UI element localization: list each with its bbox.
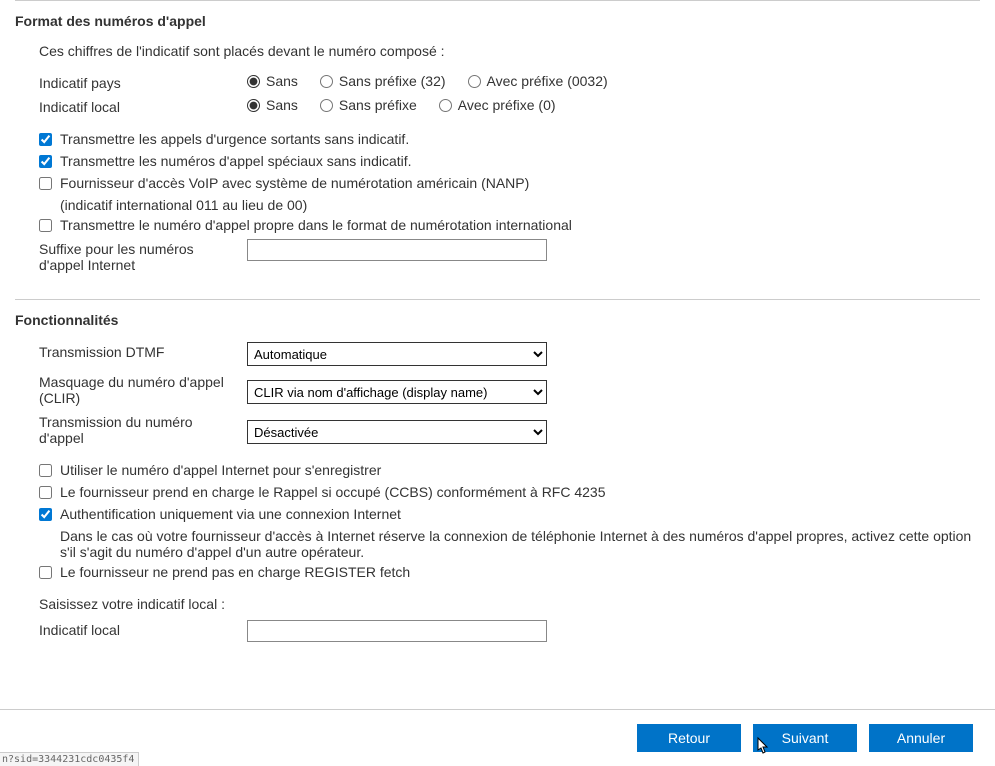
checkbox-use-internet-num[interactable] <box>39 464 52 477</box>
radio-country-sans-prefixe[interactable] <box>320 75 333 88</box>
status-url-fragment: n?sid=3344231cdc0435f4 <box>0 752 139 766</box>
checkbox-label: Fournisseur d'accès VoIP avec système de… <box>60 175 529 191</box>
radio-label: Avec préfixe (0032) <box>487 73 608 89</box>
select-transnum[interactable]: Désactivée <box>247 420 547 444</box>
radio-local-sans-prefixe[interactable] <box>320 99 333 112</box>
cancel-button[interactable]: Annuler <box>869 724 973 752</box>
checkbox-emergency[interactable] <box>39 133 52 146</box>
label-clir-l1: Masquage du numéro d'appel <box>39 374 247 390</box>
label-indicatif-local: Indicatif local <box>39 97 247 115</box>
radio-label: Avec préfixe (0) <box>458 97 556 113</box>
radio-label: Sans préfixe (32) <box>339 73 446 89</box>
checkbox-nanp[interactable] <box>39 177 52 190</box>
section-title-format: Format des numéros d'appel <box>15 13 980 29</box>
checkbox-label: Le fournisseur prend en charge le Rappel… <box>60 484 606 500</box>
next-button[interactable]: Suivant <box>753 724 857 752</box>
suffix-label-line2: d'appel Internet <box>39 257 247 273</box>
radio-label: Sans <box>266 73 298 89</box>
nanp-subtext: (indicatif international 011 au lieu de … <box>60 197 980 213</box>
radio-local-sans[interactable] <box>247 99 260 112</box>
bottom-bar: Retour Suivant Annuler <box>0 709 995 766</box>
radio-label: Sans préfixe <box>339 97 417 113</box>
select-dtmf[interactable]: Automatique <box>247 342 547 366</box>
suffix-label-line1: Suffixe pour les numéros <box>39 241 247 257</box>
checkbox-label: Transmettre le numéro d'appel propre dan… <box>60 217 572 233</box>
local-prompt: Saisissez votre indicatif local : <box>39 596 980 612</box>
auth-description: Dans le cas où votre fournisseur d'accès… <box>60 528 980 560</box>
checkbox-label: Authentification uniquement via une conn… <box>60 506 401 522</box>
label-local-field: Indicatif local <box>39 620 247 638</box>
select-clir[interactable]: CLIR via nom d'affichage (display name) <box>247 380 547 404</box>
checkbox-label: Le fournisseur ne prend pas en charge RE… <box>60 564 410 580</box>
row-indicatif-pays: Indicatif pays Sans Sans préfixe (32) Av… <box>39 73 980 91</box>
label-transnum-l2: d'appel <box>39 430 247 446</box>
radio-country-avec-prefixe[interactable] <box>468 75 481 88</box>
checkbox-special[interactable] <box>39 155 52 168</box>
checkbox-ccbs[interactable] <box>39 486 52 499</box>
suffix-input[interactable] <box>247 239 547 261</box>
section-title-features: Fonctionnalités <box>15 312 980 328</box>
checkbox-intl-own[interactable] <box>39 219 52 232</box>
checkbox-auth-internet[interactable] <box>39 508 52 521</box>
label-transnum-l1: Transmission du numéro <box>39 414 247 430</box>
radio-country-sans[interactable] <box>247 75 260 88</box>
local-input[interactable] <box>247 620 547 642</box>
checkbox-label: Transmettre les numéros d'appel spéciaux… <box>60 153 412 169</box>
row-indicatif-local: Indicatif local Sans Sans préfixe Avec p… <box>39 97 980 115</box>
back-button[interactable]: Retour <box>637 724 741 752</box>
label-dtmf: Transmission DTMF <box>39 342 247 360</box>
radio-label: Sans <box>266 97 298 113</box>
label-indicatif-pays: Indicatif pays <box>39 73 247 91</box>
format-intro: Ces chiffres de l'indicatif sont placés … <box>39 43 980 59</box>
label-clir-l2: (CLIR) <box>39 390 247 406</box>
checkbox-no-register-fetch[interactable] <box>39 566 52 579</box>
checkbox-label: Utiliser le numéro d'appel Internet pour… <box>60 462 381 478</box>
checkbox-label: Transmettre les appels d'urgence sortant… <box>60 131 409 147</box>
radio-local-avec-prefixe[interactable] <box>439 99 452 112</box>
